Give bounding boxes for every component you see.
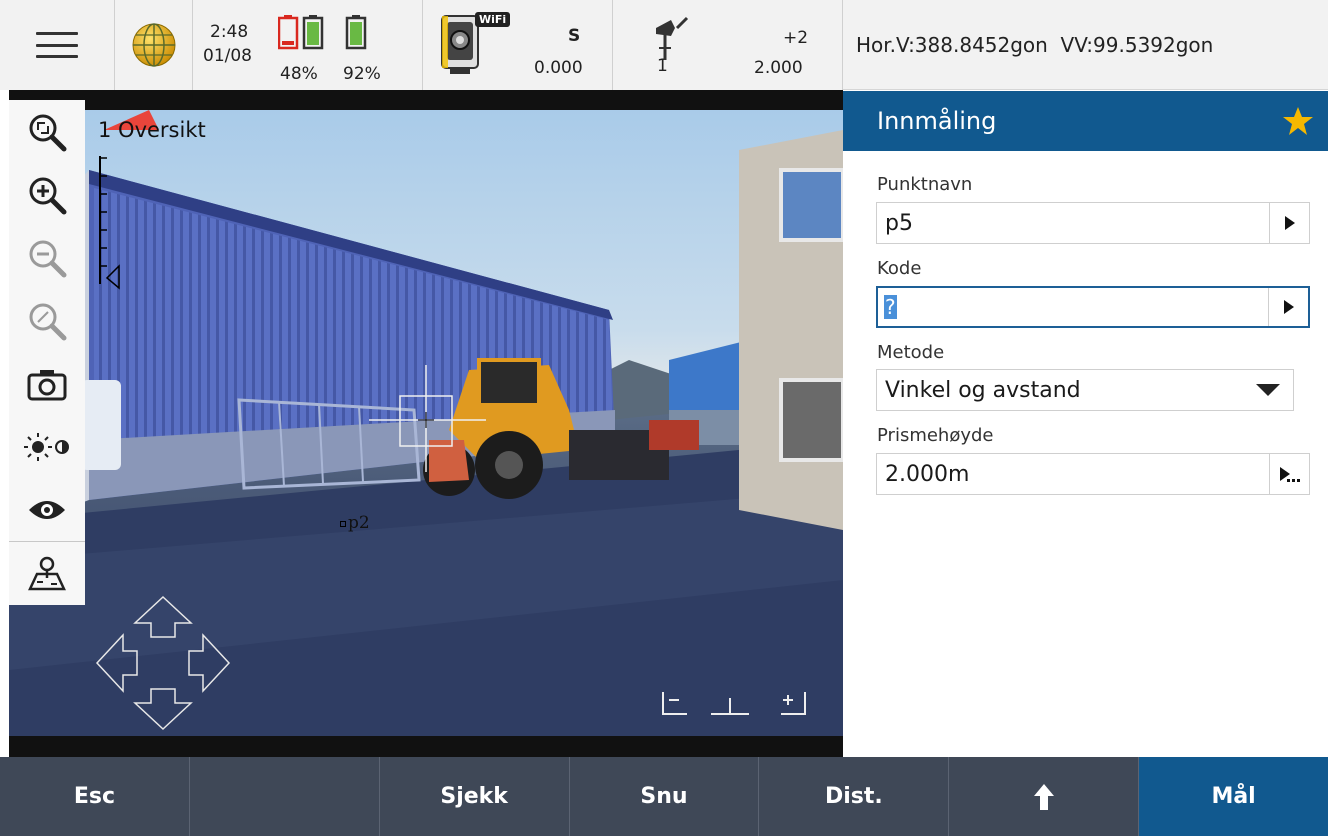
pan-right-arrow-icon[interactable]: [188, 633, 231, 693]
angle-readout: Hor.V:388.8452gon VV:99.5392gon: [843, 0, 1328, 90]
crosshair: [369, 365, 486, 472]
zoom-out-icon: [29, 240, 67, 277]
clock-date: 01/08: [203, 46, 252, 66]
menu-button[interactable]: [0, 0, 115, 90]
kode-value[interactable]: ?: [884, 294, 897, 319]
point-marker-p2[interactable]: p2: [340, 513, 370, 533]
globe-button[interactable]: [115, 0, 193, 90]
globe-icon: [132, 23, 175, 67]
brightness-button[interactable]: [9, 415, 85, 478]
zoom-previous-icon: [29, 303, 67, 340]
shift-button[interactable]: [949, 757, 1140, 836]
scale-ruler: [99, 156, 120, 290]
punktnavn-arrow-button[interactable]: [1269, 203, 1309, 243]
wifi-badge: WiFi: [475, 12, 511, 27]
sjekk-button[interactable]: Sjekk: [380, 757, 570, 836]
form-header: Innmåling: [843, 91, 1328, 151]
kode-label: Kode: [877, 258, 922, 279]
battery-icon: [277, 15, 324, 50]
point-square-icon: [340, 520, 346, 527]
status-bar: 2:48 01/08 48% 92% WiFi S 0.000 1 +2 2.0…: [0, 0, 843, 90]
instrument-value: 0.000: [534, 58, 583, 78]
maal-button[interactable]: Mål: [1139, 757, 1328, 836]
zoom-in-button[interactable]: [9, 163, 85, 226]
triangle-more-icon: [1279, 467, 1300, 482]
zoom-extent-button[interactable]: [9, 100, 85, 163]
prisme-value[interactable]: 2.000m: [877, 462, 1269, 487]
measure-form: Innmåling Punktnavn p5 Kode ? Metode Vin…: [843, 91, 1328, 757]
pan-down-arrow-icon[interactable]: [133, 688, 193, 731]
pan-left-arrow-icon[interactable]: [95, 633, 138, 693]
snapshot-button[interactable]: [9, 352, 85, 415]
softkey-bar: Esc Sjekk Snu Dist. Mål: [0, 757, 1328, 836]
divider: [422, 0, 423, 90]
prisme-options-button[interactable]: [1269, 454, 1309, 494]
map-pin-icon: [28, 556, 66, 591]
pan-up-arrow-icon[interactable]: [133, 595, 193, 638]
metode-value: Vinkel og avstand: [885, 377, 1081, 403]
camera-icon: [27, 369, 67, 400]
battery-icon-2: [345, 15, 367, 50]
target-height: 2.000: [754, 58, 803, 78]
metode-dropdown-button[interactable]: [1243, 383, 1293, 397]
form-title: Innmåling: [877, 107, 997, 135]
kode-field[interactable]: ?: [876, 286, 1310, 328]
prisme-label: Prismehøyde: [877, 425, 994, 446]
survey-app: 2:48 01/08 48% 92% WiFi S 0.000 1 +2 2.0…: [0, 0, 1328, 836]
zoom-out-button[interactable]: [9, 226, 85, 289]
triangle-right-icon: [1284, 216, 1295, 230]
reticle-plus-icon[interactable]: [777, 690, 809, 718]
punktnavn-value[interactable]: p5: [877, 211, 1269, 236]
pan-control[interactable]: [95, 595, 231, 731]
snu-button[interactable]: Snu: [570, 757, 760, 836]
clock-time: 2:48: [210, 22, 249, 42]
arrow-up-icon: [1033, 783, 1054, 810]
target-status[interactable]: 1 +2 2.000: [613, 0, 843, 90]
target-offset: +2: [783, 28, 809, 48]
target-number: 1: [657, 56, 668, 76]
prism-pole-icon: [656, 16, 689, 60]
kode-arrow-button[interactable]: [1268, 288, 1308, 326]
video-view[interactable]: 1 Oversikt p2: [9, 90, 843, 757]
metode-label: Metode: [877, 342, 945, 363]
reticle-center-icon[interactable]: [709, 690, 751, 718]
brightness-contrast-icon: [24, 432, 69, 461]
blank-softkey[interactable]: [190, 757, 380, 836]
battery-right-percent: 92%: [343, 64, 381, 84]
instrument-face: S: [568, 26, 581, 46]
status-group: 2:48 01/08 48% 92% WiFi S 0.000: [193, 0, 613, 90]
metode-select[interactable]: Vinkel og avstand: [876, 369, 1294, 411]
visibility-button[interactable]: [9, 478, 85, 541]
eye-icon: [29, 500, 65, 519]
chevron-down-icon: [1256, 384, 1280, 396]
map-button[interactable]: [9, 541, 85, 604]
zoom-in-icon: [29, 177, 67, 214]
menu-icon: [36, 32, 78, 58]
punktnavn-field[interactable]: p5: [876, 202, 1310, 244]
dist-button[interactable]: Dist.: [759, 757, 950, 836]
favorite-star-icon[interactable]: [1282, 105, 1314, 137]
battery-left-percent: 48%: [280, 64, 318, 84]
angle-readout-text: Hor.V:388.8452gon VV:99.5392gon: [856, 32, 1214, 57]
punktnavn-label: Punktnavn: [877, 174, 973, 195]
reticle-minus-icon[interactable]: [659, 690, 691, 718]
esc-button[interactable]: Esc: [0, 757, 190, 836]
zoom-previous-button[interactable]: [9, 289, 85, 352]
zoom-to-extent-icon: [29, 114, 67, 151]
video-toolbar: [9, 100, 85, 605]
battery-status-2[interactable]: [345, 14, 367, 54]
battery-status[interactable]: [277, 14, 326, 54]
prisme-field[interactable]: 2.000m: [876, 453, 1310, 495]
view-label: 1 Oversikt: [98, 118, 206, 142]
triangle-right-icon: [1283, 300, 1294, 314]
